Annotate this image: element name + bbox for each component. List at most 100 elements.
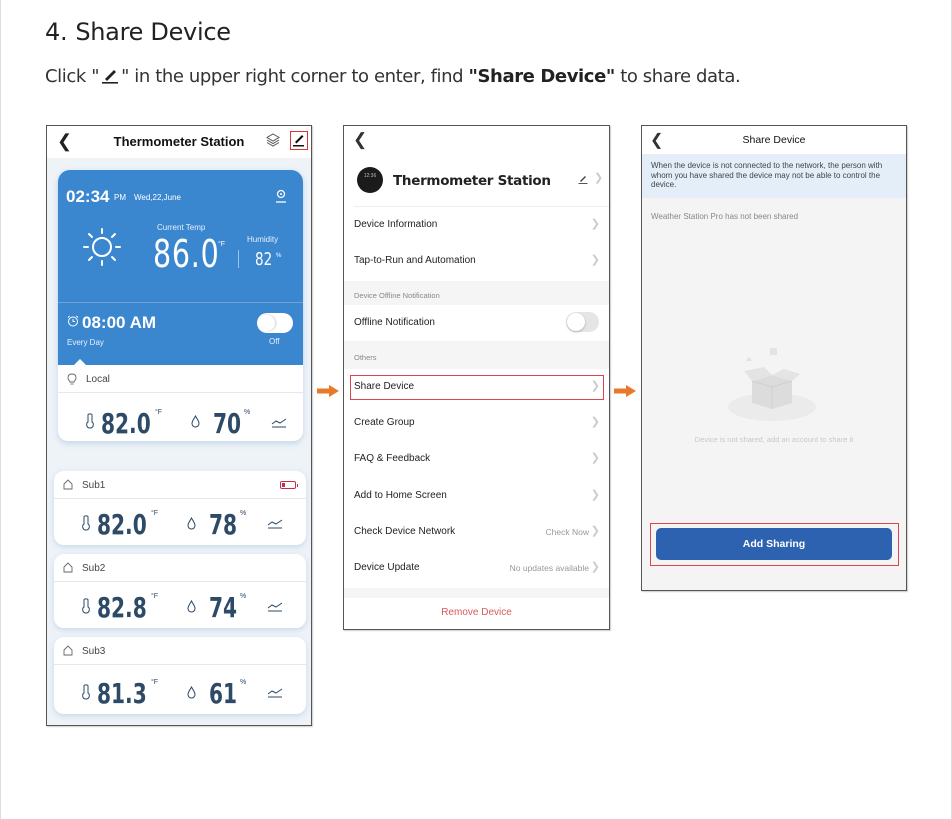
- trend-chart-icon[interactable]: [271, 418, 287, 428]
- sensor-header: Sub1: [54, 471, 306, 499]
- chevron-right-icon: ❯: [591, 524, 600, 537]
- remove-device-button[interactable]: Remove Device: [344, 598, 609, 630]
- sensor-temp-unit: °F: [151, 679, 158, 686]
- device-avatar: 12:36: [357, 167, 383, 193]
- chevron-right-icon: ❯: [591, 560, 600, 573]
- pencil-icon: [292, 133, 305, 147]
- offline-notification-toggle[interactable]: [566, 312, 599, 332]
- droplet-icon: [187, 600, 196, 613]
- alarm-time: 08:00 AM: [82, 313, 156, 333]
- clock-ampm: PM: [114, 193, 126, 202]
- current-temp-unit: °F: [218, 241, 225, 248]
- menu-item-create-group[interactable]: Create Group ❯: [344, 405, 609, 441]
- nav-title: Share Device: [642, 134, 906, 146]
- weather-card: 02:34 PM Wed,22,June Current Temp 86.0 °…: [58, 170, 303, 365]
- section-title: Others: [354, 353, 377, 362]
- nav-bar: ❮ Share Device: [642, 126, 906, 154]
- sensor-humidity-unit: %: [240, 593, 246, 600]
- sensor-humidity-unit: %: [244, 409, 250, 416]
- chevron-right-icon: ❯: [591, 451, 600, 464]
- sensor-header: Local: [58, 365, 303, 393]
- menu-item-label: Check Device Network: [354, 526, 455, 537]
- instruction-text: Click "" in the upper right corner to en…: [45, 66, 740, 87]
- humidity-unit: %: [276, 253, 281, 259]
- sensor-name: Local: [86, 374, 110, 385]
- pencil-icon: [101, 66, 119, 84]
- trend-chart-icon[interactable]: [267, 519, 283, 529]
- clock-time: 02:34: [66, 187, 109, 207]
- sensor-temp-unit: °F: [151, 593, 158, 600]
- sun-icon: [82, 227, 122, 267]
- edit-button[interactable]: [290, 131, 308, 150]
- device-header[interactable]: 12:36 Thermometer Station ❯: [344, 162, 609, 207]
- instruction-part: to share data.: [615, 66, 740, 87]
- sensor-humidity-unit: %: [240, 510, 246, 517]
- alarm-clock-icon: [67, 315, 79, 327]
- low-battery-icon: [280, 481, 296, 489]
- menu-item-offline-notification: Offline Notification: [344, 305, 609, 341]
- chevron-right-icon: ❯: [591, 253, 600, 266]
- menu-item-label: Add to Home Screen: [354, 490, 447, 501]
- menu-item-value: No updates available: [510, 563, 589, 573]
- thermometer-icon: [81, 515, 91, 531]
- menu-item-add-to-home-screen[interactable]: Add to Home Screen ❯: [344, 478, 609, 514]
- section-number: 4.: [45, 18, 67, 46]
- sensor-card-sub2[interactable]: Sub2 82.8 °F 74 %: [54, 554, 306, 628]
- sensor-name: Sub3: [82, 646, 105, 657]
- house-icon: [63, 562, 73, 574]
- add-sharing-button[interactable]: Add Sharing: [656, 528, 892, 560]
- section-title: Share Device: [75, 18, 230, 46]
- droplet-icon: [191, 415, 200, 428]
- menu-item-label: Create Group: [354, 417, 415, 428]
- divider: [238, 250, 239, 268]
- pencil-icon[interactable]: [578, 174, 588, 184]
- sensor-humidity: 61: [209, 677, 237, 710]
- chevron-left-icon[interactable]: ❮: [353, 130, 367, 150]
- menu-item-check-device-network[interactable]: Check Device Network Check Now ❯: [344, 514, 609, 550]
- sensor-name: Sub1: [82, 480, 105, 491]
- menu-item-label: Device Information: [354, 219, 437, 230]
- offline-warning-banner: When the device is not connected to the …: [642, 154, 906, 198]
- screen-share-device: ❮ Share Device When the device is not co…: [641, 125, 907, 591]
- sensor-humidity: 70: [213, 407, 241, 440]
- sensor-header: Sub2: [54, 554, 306, 582]
- menu-item-device-information[interactable]: Device Information ❯: [344, 207, 609, 243]
- sensor-temp-unit: °F: [155, 409, 162, 416]
- house-icon: [63, 645, 73, 657]
- house-icon: [63, 479, 73, 491]
- sensor-humidity: 74: [209, 591, 237, 624]
- menu-item-device-update[interactable]: Device Update No updates available ❯: [344, 550, 609, 586]
- location-pin-icon[interactable]: [275, 189, 287, 203]
- sensor-temp-unit: °F: [151, 510, 158, 517]
- sensor-card-sub3[interactable]: Sub3 81.3 °F 61 %: [54, 637, 306, 714]
- avatar-text: 12:36: [362, 173, 378, 179]
- section-title: Device Offline Notification: [354, 291, 440, 300]
- highlight-box: [350, 375, 604, 400]
- menu-item-label: Device Update: [354, 562, 420, 573]
- menu-item-tap-to-run[interactable]: Tap-to-Run and Automation ❯: [344, 243, 609, 279]
- sensor-temp: 82.0: [97, 508, 147, 541]
- chevron-right-icon: ❯: [591, 488, 600, 501]
- chevron-right-icon: ❯: [591, 415, 600, 428]
- instruction-part: " in the upper right corner to enter, fi…: [121, 66, 468, 87]
- trend-chart-icon[interactable]: [267, 602, 283, 612]
- sensor-card-sub1[interactable]: Sub1 82.0 °F 78 %: [54, 471, 306, 545]
- droplet-icon: [187, 517, 196, 530]
- section-header: Device Offline Notification: [344, 281, 609, 305]
- humidity-label: Humidity: [247, 235, 278, 244]
- alarm-toggle[interactable]: [257, 313, 293, 333]
- nav-bar: ❮ Thermometer Station: [47, 126, 311, 158]
- sensor-card-local[interactable]: Local 82.0 °F 70 %: [58, 365, 303, 441]
- screen-device-home: ❮ Thermometer Station 02:34 PM Wed,22,Ju…: [46, 125, 312, 726]
- arrow-right-icon: [613, 384, 637, 398]
- alarm-state: Off: [269, 337, 280, 346]
- instruction-emphasis: "Share Device": [469, 66, 615, 87]
- sensor-temp: 82.0: [101, 407, 151, 440]
- layers-icon[interactable]: [266, 133, 280, 147]
- chevron-right-icon: ❯: [591, 217, 600, 230]
- bulb-icon: [67, 373, 77, 385]
- arrow-right-icon: [316, 384, 340, 398]
- trend-chart-icon[interactable]: [267, 688, 283, 698]
- sensor-humidity-unit: %: [240, 679, 246, 686]
- menu-item-faq-feedback[interactable]: FAQ & Feedback ❯: [344, 441, 609, 477]
